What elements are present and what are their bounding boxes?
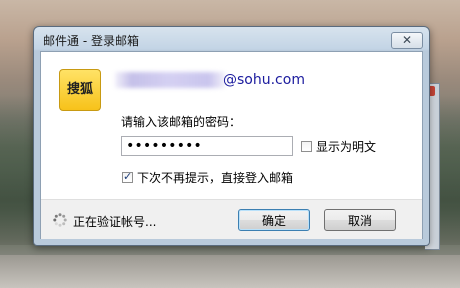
loading-spinner-icon bbox=[53, 213, 67, 227]
remember-checkbox[interactable] bbox=[122, 170, 133, 183]
show-plain-label[interactable]: 显示为明文 bbox=[316, 138, 376, 155]
window-title: 邮件通 - 登录邮箱 bbox=[43, 34, 139, 48]
email-username-redacted bbox=[115, 72, 225, 88]
cancel-button[interactable]: 取消 bbox=[324, 209, 396, 231]
dialog-footer: 正在验证帐号... 确定 取消 bbox=[41, 199, 422, 239]
close-button[interactable]: ✕ bbox=[391, 32, 423, 49]
show-plain-checkbox[interactable] bbox=[301, 141, 312, 152]
email-domain: @sohu.com bbox=[223, 72, 305, 88]
password-prompt: 请输入该邮箱的密码： bbox=[121, 115, 242, 129]
sohu-logo: 搜狐 bbox=[59, 69, 101, 111]
close-icon: ✕ bbox=[401, 33, 413, 47]
dialog-body: 搜狐 @sohu.com 请输入该邮箱的密码： 显示为明文 下次不再提示，直接登… bbox=[40, 51, 423, 239]
remember-label[interactable]: 下次不再提示，直接登入邮箱 bbox=[137, 169, 293, 186]
ok-button[interactable]: 确定 bbox=[238, 209, 310, 231]
status-text: 正在验证帐号... bbox=[73, 215, 157, 229]
login-dialog: 邮件通 - 登录邮箱 ✕ 搜狐 @sohu.com 请输入该邮箱的密码： 显示为… bbox=[33, 26, 430, 246]
background-water bbox=[0, 255, 460, 288]
password-input[interactable] bbox=[121, 136, 293, 156]
title-bar[interactable]: 邮件通 - 登录邮箱 ✕ bbox=[34, 27, 429, 51]
